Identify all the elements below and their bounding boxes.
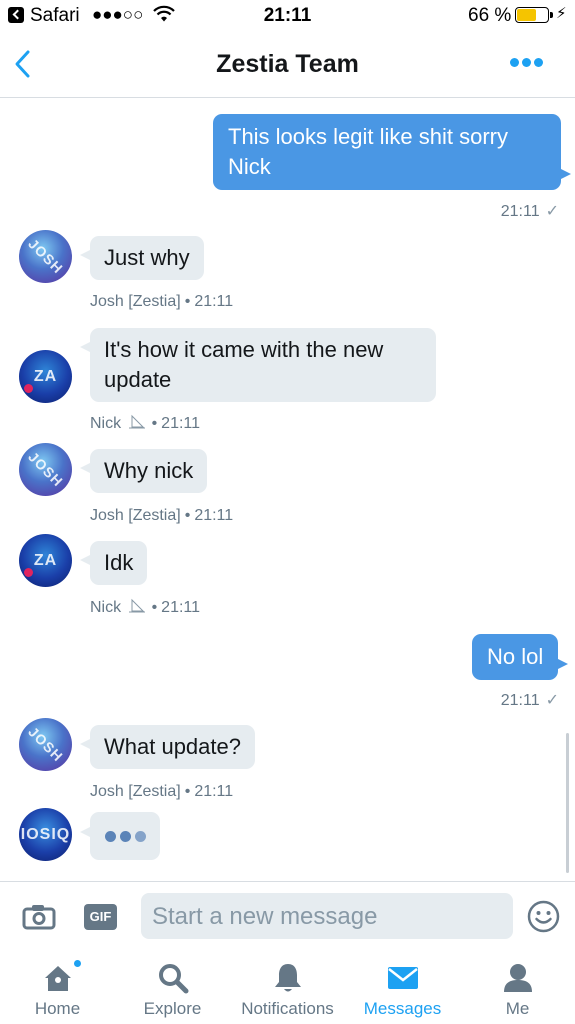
message-time: 21:11 — [161, 599, 201, 616]
charging-icon: ⚡ — [556, 5, 567, 22]
sender-name: Josh [Zestia] — [90, 783, 181, 800]
incoming-message[interactable]: What update? — [80, 725, 255, 769]
message-text: Why nick — [104, 458, 194, 483]
avatar-nick[interactable]: ZA — [19, 350, 72, 403]
message-meta: 21:11 ✓ — [501, 201, 559, 221]
tab-label: Notifications — [241, 999, 334, 1018]
tab-label: Explore — [143, 999, 202, 1018]
tab-messages[interactable]: Messages — [345, 947, 460, 1024]
message-text: This looks legit like shit sorry — [228, 124, 508, 149]
message-time: 21:11 — [194, 507, 234, 524]
message-meta: Josh [Zestia] • 21:11 — [90, 783, 234, 800]
tab-me[interactable]: Me — [460, 947, 575, 1024]
message-time: 21:11 — [194, 783, 234, 800]
battery-tip — [550, 12, 553, 18]
verified-sailboat-icon — [128, 598, 145, 613]
tab-label: Me — [505, 999, 530, 1018]
message-time: 21:11 — [161, 415, 201, 432]
more-options-icon[interactable] — [510, 54, 554, 74]
message-text: update — [104, 367, 172, 392]
battery-percentage: 66 % — [468, 5, 512, 26]
tab-notifications[interactable]: Notifications — [230, 947, 345, 1024]
tab-label: Home — [34, 999, 81, 1018]
conversation-header: Zestia Team — [0, 32, 575, 98]
bell-icon — [274, 964, 301, 992]
message-meta: 21:11 ✓ — [501, 690, 559, 710]
gif-button[interactable]: GIF — [84, 904, 117, 930]
message-time: 21:11 — [194, 293, 234, 310]
avatar-josh[interactable]: JOSH — [19, 230, 72, 283]
message-text: It's how it came with the new — [104, 337, 384, 362]
message-composer: GIF Start a new message — [0, 881, 575, 947]
person-icon — [503, 964, 532, 992]
sender-name: Josh [Zestia] — [90, 293, 181, 310]
scroll-indicator[interactable] — [566, 733, 569, 873]
camera-icon[interactable] — [22, 904, 56, 930]
message-meta: Josh [Zestia] • 21:11 — [90, 293, 234, 310]
conversation-title: Zestia Team — [216, 50, 359, 78]
sender-name: Josh [Zestia] — [90, 507, 181, 524]
message-time: 21:11 — [500, 203, 540, 220]
message-meta: Nick • 21:11 — [90, 598, 201, 616]
message-text: Just why — [104, 245, 190, 270]
incoming-message[interactable]: It's how it came with the new update — [80, 328, 436, 402]
sent-check-icon: ✓ — [545, 203, 559, 220]
search-icon — [158, 964, 188, 994]
message-meta: Nick • 21:11 — [90, 414, 201, 432]
envelope-icon — [387, 967, 418, 989]
avatar-iosiq[interactable]: IOSIQ — [19, 808, 72, 861]
incoming-message[interactable]: Just why — [80, 236, 204, 280]
message-meta: Josh [Zestia] • 21:11 — [90, 507, 234, 524]
battery-icon — [515, 7, 549, 23]
home-icon — [44, 966, 71, 991]
message-text: Idk — [104, 550, 134, 575]
tab-explore[interactable]: Explore — [115, 947, 230, 1024]
status-bar: Safari ●●●○○ 21:11 66 % ⚡ — [0, 0, 575, 32]
sent-check-icon: ✓ — [545, 692, 559, 709]
verified-sailboat-icon — [128, 414, 145, 429]
message-text: Nick — [228, 154, 271, 179]
tab-label: Messages — [363, 999, 442, 1018]
outgoing-message[interactable]: No lol — [472, 634, 569, 680]
incoming-message[interactable]: Why nick — [79, 449, 208, 493]
emoji-icon[interactable] — [527, 900, 560, 933]
outgoing-message[interactable]: This looks legit like shit sorry Nick — [213, 114, 571, 190]
message-text: No lol — [487, 644, 544, 669]
message-input[interactable]: Start a new message — [141, 893, 513, 939]
message-text: What update? — [104, 734, 241, 759]
incoming-message[interactable]: Idk — [79, 541, 148, 585]
avatar-nick[interactable]: ZA — [19, 534, 72, 587]
tab-bar: Home Explore Notifications Messages Me — [0, 947, 575, 1024]
tab-home[interactable]: Home — [0, 947, 115, 1024]
typing-indicator — [80, 812, 160, 860]
avatar-josh[interactable]: JOSH — [19, 443, 72, 496]
avatar-josh[interactable]: JOSH — [19, 718, 72, 771]
message-time: 21:11 — [500, 692, 540, 709]
sender-name: Nick — [90, 599, 122, 616]
notification-dot — [73, 959, 82, 968]
sender-name: Nick — [90, 415, 122, 432]
